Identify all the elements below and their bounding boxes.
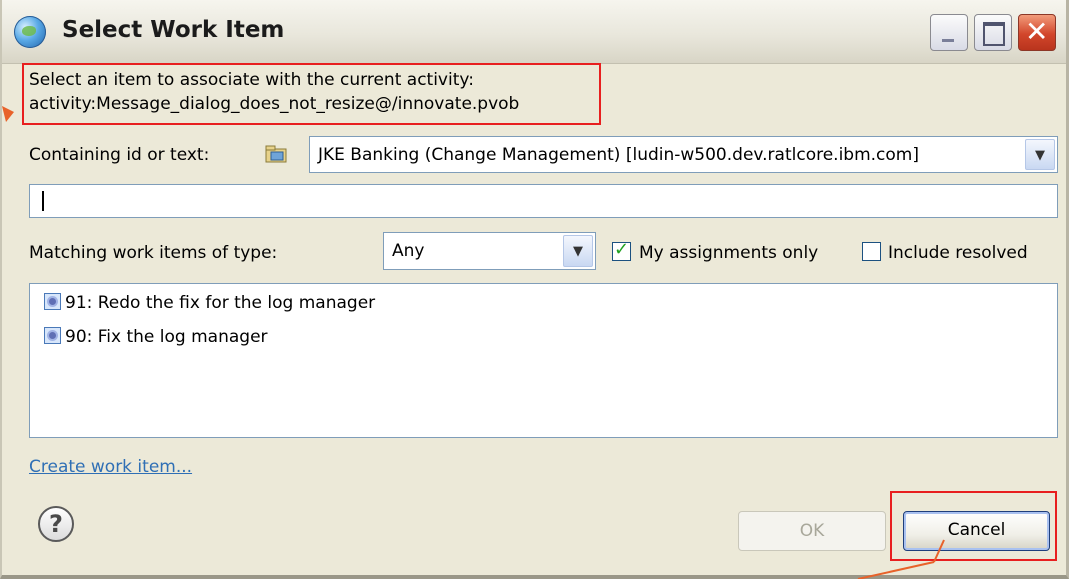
left-arrowhead bbox=[2, 106, 14, 122]
pointer-line bbox=[857, 561, 935, 579]
annotation-arrows bbox=[2, 106, 945, 579]
pointer-line bbox=[933, 539, 945, 563]
